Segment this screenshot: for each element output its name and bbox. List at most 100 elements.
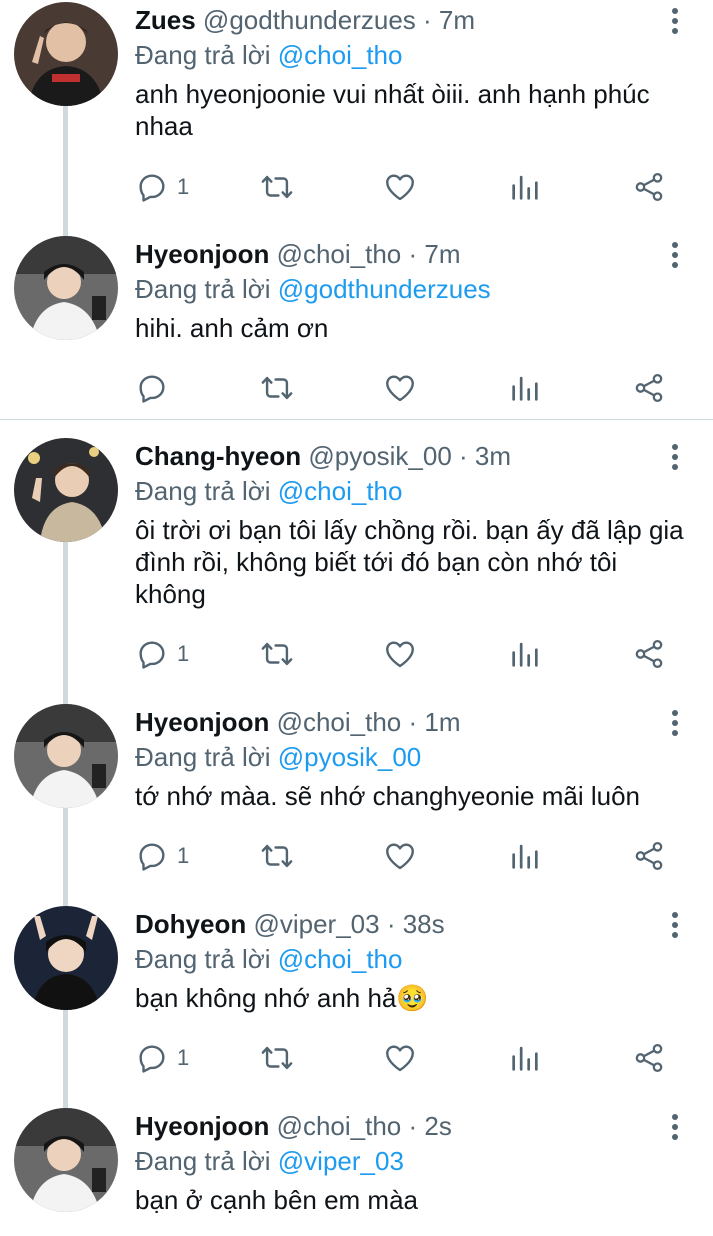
tweet-header: Hyeonjoon @choi_tho · 2s — [135, 1108, 452, 1144]
reply-button[interactable]: 1 — [135, 1038, 189, 1078]
views-button[interactable] — [508, 1038, 542, 1078]
more-icon[interactable] — [665, 440, 685, 474]
mention-link[interactable]: @choi_tho — [278, 944, 403, 974]
tweet-header: Zues @godthunderzues · 7m — [135, 2, 475, 38]
mention-link[interactable]: @choi_tho — [278, 40, 403, 70]
retweet-button[interactable] — [260, 836, 294, 876]
like-button[interactable] — [383, 368, 417, 408]
reply-icon — [139, 641, 165, 669]
reply-count: 1 — [177, 174, 190, 199]
like-button[interactable] — [383, 167, 417, 207]
handle-and-time[interactable]: @godthunderzues · 7m — [203, 5, 475, 35]
retweet-button[interactable] — [260, 368, 294, 408]
action-bar: 1 — [0, 1038, 713, 1078]
avatar[interactable] — [14, 1108, 118, 1212]
reply-button[interactable] — [135, 368, 177, 408]
reply-count: 1 — [177, 1045, 190, 1070]
handle-and-time[interactable]: @viper_03 · 38s — [253, 909, 444, 939]
reply-button[interactable]: 1 — [135, 836, 189, 876]
views-button[interactable] — [508, 167, 542, 207]
replying-to: Đang trả lời @choi_tho — [135, 942, 402, 976]
action-bar: 1 — [0, 634, 713, 674]
handle-and-time[interactable]: @choi_tho · 1m — [277, 707, 461, 737]
reply-icon — [139, 174, 165, 202]
more-icon[interactable] — [665, 1110, 685, 1144]
retweet-button[interactable] — [260, 167, 294, 207]
display-name[interactable]: Zues — [135, 5, 196, 35]
avatar[interactable] — [14, 2, 118, 106]
replying-to: Đang trả lời @choi_tho — [135, 38, 402, 72]
replying-label: Đang trả lời — [135, 742, 278, 772]
reply-button[interactable]: 1 — [135, 167, 189, 207]
mention-link[interactable]: @pyosik_00 — [278, 742, 421, 772]
reply-icon — [139, 375, 165, 403]
views-icon — [512, 642, 538, 667]
reply-count: 1 — [177, 843, 190, 868]
handle-and-time[interactable]: @choi_tho · 2s — [277, 1111, 452, 1141]
avatar[interactable] — [14, 438, 118, 542]
retweet-icon — [261, 376, 293, 400]
tweet-text: hihi. anh cảm ơn — [135, 313, 329, 343]
mention-link[interactable]: @choi_tho — [278, 476, 403, 506]
action-bar: 1 — [0, 167, 713, 207]
replying-to: Đang trả lời @godthunderzues — [135, 272, 491, 306]
tweet-text: bạn ở cạnh bên em màa — [135, 1185, 419, 1215]
handle-and-time[interactable]: @choi_tho · 7m — [277, 239, 461, 269]
replying-label: Đang trả lời — [135, 944, 278, 974]
views-icon — [512, 844, 538, 869]
share-button[interactable] — [632, 167, 666, 207]
mention-link[interactable]: @viper_03 — [278, 1146, 404, 1176]
share-button[interactable] — [632, 1038, 666, 1078]
display-name[interactable]: Hyeonjoon — [135, 707, 269, 737]
tweet-header: Hyeonjoon @choi_tho · 7m — [135, 236, 461, 272]
replying-to: Đang trả lời @choi_tho — [135, 474, 402, 508]
replying-label: Đang trả lời — [135, 1146, 278, 1176]
avatar[interactable] — [14, 704, 118, 808]
more-icon[interactable] — [665, 706, 685, 740]
retweet-button[interactable] — [260, 1038, 294, 1078]
like-button[interactable] — [383, 836, 417, 876]
more-icon[interactable] — [665, 238, 685, 272]
reply-icon — [139, 1045, 165, 1073]
share-button[interactable] — [632, 634, 666, 674]
action-bar — [0, 368, 713, 408]
replying-to: Đang trả lời @pyosik_00 — [135, 740, 421, 774]
share-button[interactable] — [632, 368, 666, 408]
more-icon[interactable] — [665, 4, 685, 38]
replying-label: Đang trả lời — [135, 476, 278, 506]
views-button[interactable] — [508, 836, 542, 876]
tweet-text: bạn không nhớ anh hả🥹 — [135, 983, 429, 1013]
display-name[interactable]: Hyeonjoon — [135, 1111, 269, 1141]
reply-button[interactable]: 1 — [135, 634, 189, 674]
share-icon — [635, 172, 663, 202]
views-icon — [512, 175, 538, 200]
share-icon — [635, 1043, 663, 1073]
views-button[interactable] — [508, 634, 542, 674]
retweet-icon — [261, 844, 293, 868]
retweet-icon — [261, 175, 293, 199]
heart-icon — [386, 375, 414, 402]
handle-and-time[interactable]: @pyosik_00 · 3m — [308, 441, 511, 471]
tweet-header: Chang-hyeon @pyosik_00 · 3m — [135, 438, 511, 474]
tweet-text: anh hyeonjoonie vui nhất òiii. anh hạnh … — [135, 79, 650, 141]
share-icon — [635, 841, 663, 871]
views-button[interactable] — [508, 368, 542, 408]
tweet-text: ôi trời ơi bạn tôi lấy chồng rồi. bạn ấy… — [135, 515, 684, 609]
more-icon[interactable] — [665, 908, 685, 942]
retweet-button[interactable] — [260, 634, 294, 674]
avatar[interactable] — [14, 236, 118, 340]
views-icon — [512, 1046, 538, 1071]
replying-label: Đang trả lời — [135, 274, 278, 304]
mention-link[interactable]: @godthunderzues — [278, 274, 491, 304]
display-name[interactable]: Hyeonjoon — [135, 239, 269, 269]
like-button[interactable] — [383, 1038, 417, 1078]
thread-divider — [0, 419, 713, 420]
display-name[interactable]: Chang-hyeon — [135, 441, 301, 471]
like-button[interactable] — [383, 634, 417, 674]
avatar[interactable] — [14, 906, 118, 1010]
display-name[interactable]: Dohyeon — [135, 909, 246, 939]
tweet-text: tớ nhớ màa. sẽ nhớ changhyeonie mãi luôn — [135, 781, 641, 811]
share-icon — [635, 373, 663, 403]
heart-icon — [386, 174, 414, 201]
share-button[interactable] — [632, 836, 666, 876]
